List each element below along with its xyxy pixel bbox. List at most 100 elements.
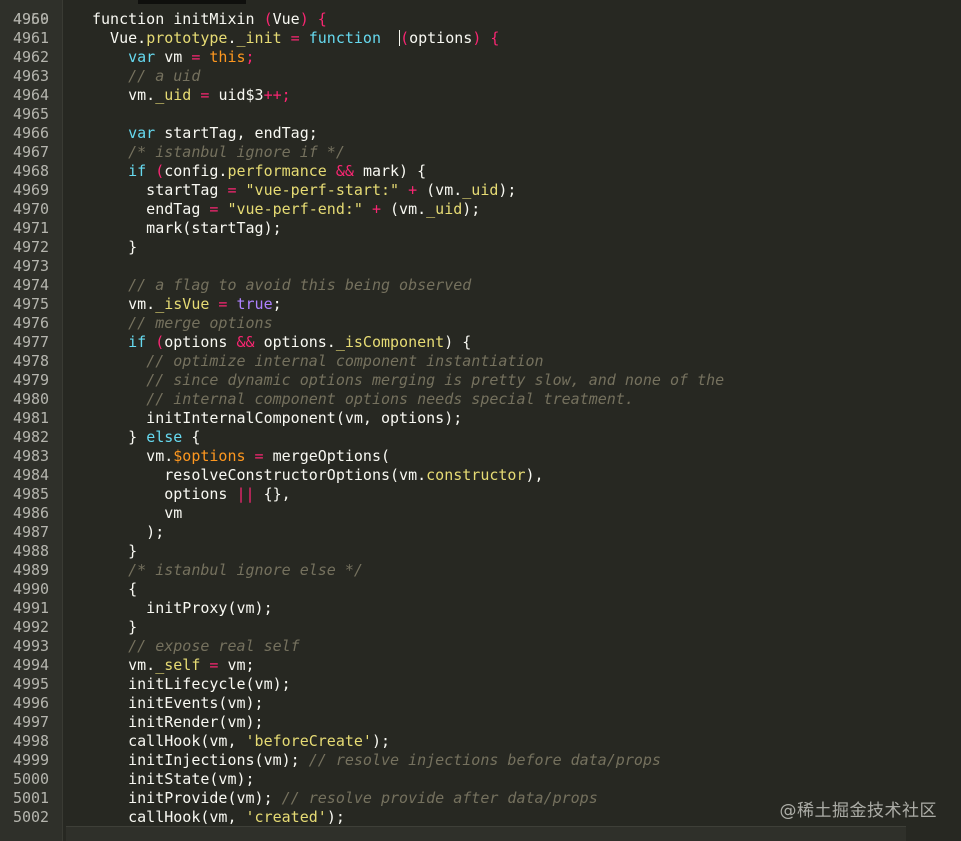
code-line[interactable]: 4976 // merge options [0,314,961,333]
code-token: = [209,295,237,313]
code-token: // optimize internal component instantia… [146,352,544,370]
code-line[interactable]: 4971 mark(startTag); [0,219,961,238]
code-line[interactable]: 4993 // expose real self [0,637,961,656]
line-number: 4990 [12,580,50,598]
code-line[interactable]: 4996 initEvents(vm); [0,694,961,713]
code-line[interactable]: 4998 callHook(vm, 'beforeCreate'); [0,732,961,751]
code-token: if [128,333,156,351]
code-token: // resolve injections before data/props [308,751,661,769]
code-token: initLifecycle(vm); [92,675,291,693]
code-token: { [92,580,138,598]
code-line[interactable]: 4965 [0,105,961,124]
code-line[interactable]: 4974 // a flag to avoid this being obser… [0,276,961,295]
code-line[interactable]: 4983 vm.$options = mergeOptions( [0,447,961,466]
line-number: 4972 [12,238,50,256]
code-token: ); [462,200,481,218]
code-line[interactable]: 4973 [0,257,961,276]
code-token: ) { [444,333,472,351]
code-line[interactable]: 4960 function initMixin (Vue) { [0,10,961,29]
line-number: 4964 [12,86,50,104]
code-line[interactable]: 4989 /* istanbul ignore else */ [0,561,961,580]
code-line[interactable]: 4997 initRender(vm); [0,713,961,732]
code-line[interactable]: 4982 } else { [0,428,961,447]
horizontal-scrollbar[interactable] [66,826,906,841]
code-line[interactable]: 4964 vm._uid = uid$3++; [0,86,961,105]
code-token: initProvide(vm); [92,789,282,807]
code-line[interactable]: 4991 initProxy(vm); [0,599,961,618]
code-line[interactable]: 4985 options || {}, [0,485,961,504]
line-number: 4991 [12,599,50,617]
code-token: { [191,428,201,446]
line-number: 4961 [12,29,50,47]
code-line[interactable]: 4961 Vue.prototype._init = function (opt… [0,29,961,48]
code-token: startTag, endTag; [164,124,318,142]
code-token: initMixin [173,10,264,28]
code-token: // expose real self [128,637,300,655]
code-text: options || {}, [92,485,290,504]
code-text: // a flag to avoid this being observed [92,276,471,295]
code-line[interactable]: 4980 // internal component options needs… [0,390,961,409]
code-area[interactable]: 4960 function initMixin (Vue) {4961 Vue.p… [0,10,961,827]
code-line[interactable]: 4995 initLifecycle(vm); [0,675,961,694]
code-line[interactable]: 4999 initInjections(vm); // resolve inje… [0,751,961,770]
code-text: vm [92,504,182,523]
code-line[interactable]: 4963 // a uid [0,67,961,86]
line-number: 4989 [12,561,50,579]
code-text: vm._uid = uid$3++; [92,86,291,105]
line-number: 5000 [12,770,50,788]
code-text: callHook(vm, 'beforeCreate'); [92,732,390,751]
code-line[interactable]: 4981 initInternalComponent(vm, options); [0,409,961,428]
code-line[interactable]: 4986 vm [0,504,961,523]
code-line[interactable]: 4970 endTag = "vue-perf-end:" + (vm._uid… [0,200,961,219]
code-token: _uid [155,86,192,104]
code-token: if [128,162,156,180]
code-text: initInjections(vm); // resolve injection… [92,751,661,770]
code-line[interactable]: 4994 vm._self = vm; [0,656,961,675]
code-token: callHook(vm, [92,808,246,826]
code-line[interactable]: 4975 vm._isVue = true; [0,295,961,314]
line-number: 4995 [12,675,50,693]
code-token: resolveConstructorOptions(vm. [92,466,427,484]
code-editor[interactable]: 4959 4960 function initMixin (Vue) {4961 … [0,0,961,841]
code-line[interactable]: 4967 /* istanbul ignore if */ [0,143,961,162]
code-token: _uid [462,181,499,199]
code-line[interactable]: 4988 } [0,542,961,561]
code-token: config. [164,162,228,180]
code-token: mark) { [362,162,427,180]
code-line[interactable]: 4992 } [0,618,961,637]
code-line[interactable]: 4962 var vm = this; [0,48,961,67]
line-number: 4977 [12,333,50,351]
code-token: _uid [426,200,463,218]
code-line[interactable]: 4968 if (config.performance && mark) { [0,162,961,181]
code-line[interactable]: 4977 if (options && options._isComponent… [0,333,961,352]
code-line[interactable]: 4987 ); [0,523,961,542]
code-line[interactable]: 4969 startTag = "vue-perf-start:" + (vm.… [0,181,961,200]
line-number: 4987 [12,523,50,541]
code-text: initLifecycle(vm); [92,675,291,694]
code-token: 'beforeCreate' [245,732,372,750]
code-token: // since dynamic options merging is pret… [146,371,725,389]
code-token: = [245,447,273,465]
code-token: } [92,618,138,636]
code-token: ( [155,162,165,180]
code-text: } [92,238,137,257]
code-token: function [92,10,174,28]
code-token: ); [498,181,517,199]
code-token: // merge options [128,314,273,332]
code-line[interactable]: 4990 { [0,580,961,599]
code-token: && [326,162,363,180]
line-number: 4997 [12,713,50,731]
code-line[interactable]: 4972 } [0,238,961,257]
code-line[interactable]: 4966 var startTag, endTag; [0,124,961,143]
code-line[interactable]: 4979 // since dynamic options merging is… [0,371,961,390]
code-line[interactable]: 4984 resolveConstructorOptions(vm.constr… [0,466,961,485]
code-token: var [128,124,165,142]
code-text: vm._isVue = true; [92,295,282,314]
code-line[interactable]: 4978 // optimize internal component inst… [0,352,961,371]
code-line[interactable]: 5000 initState(vm); [0,770,961,789]
code-token: startTag [92,181,228,199]
